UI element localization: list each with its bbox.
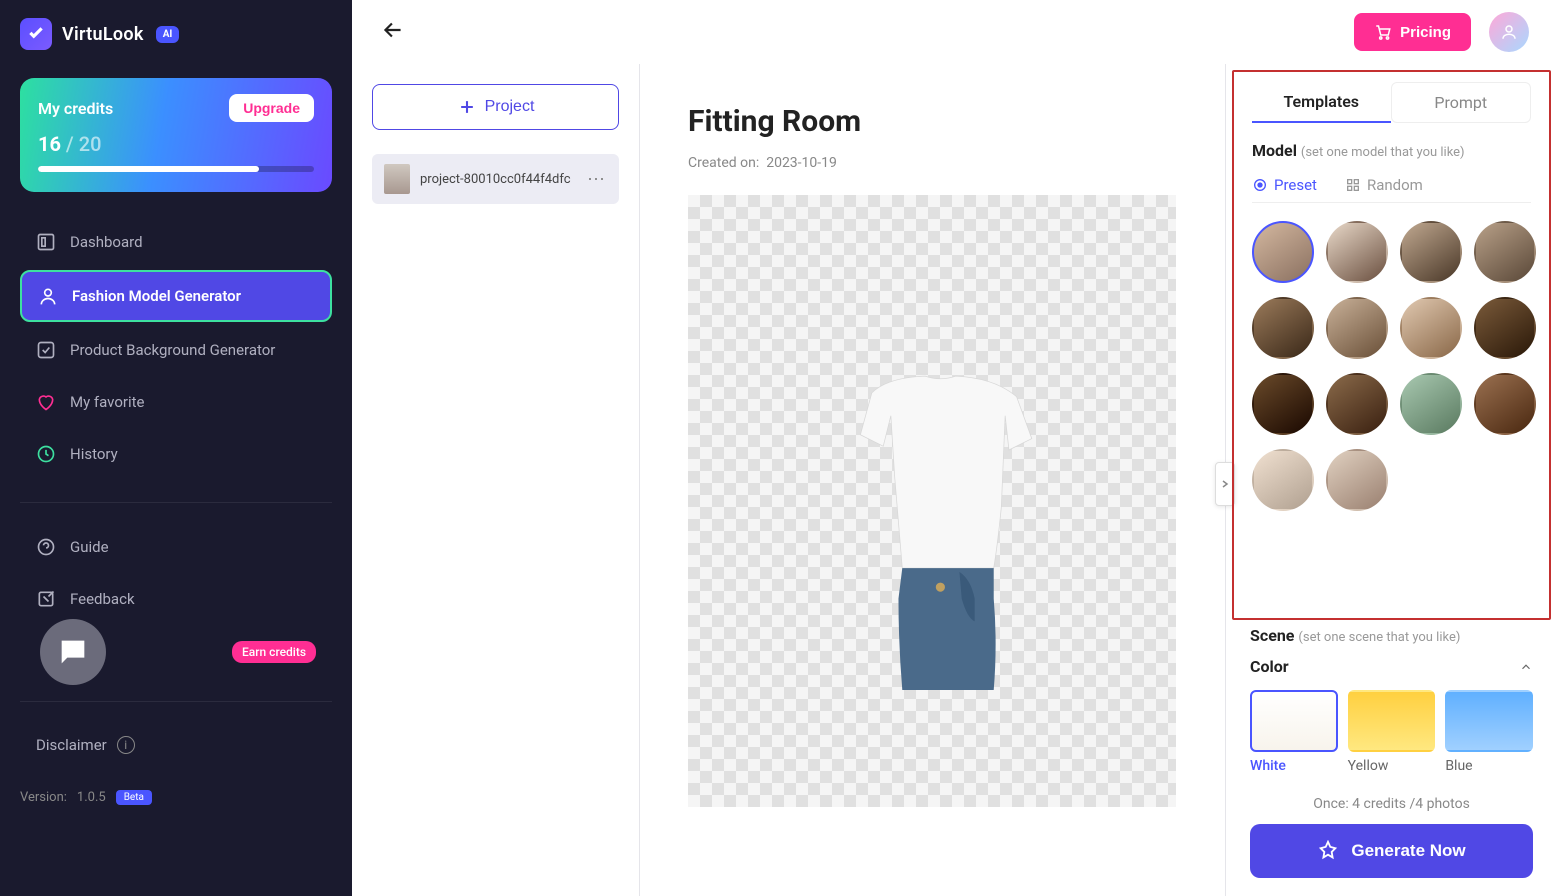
nav-label: My favorite <box>70 393 144 411</box>
credits-progress <box>38 166 314 172</box>
mode-random[interactable]: Random <box>1345 176 1423 194</box>
model-grid <box>1252 221 1531 511</box>
model-avatar-7[interactable] <box>1400 297 1462 359</box>
logo-icon <box>20 18 52 50</box>
color-grid: White Yellow Blue <box>1250 690 1533 782</box>
nav-label: Feedback <box>70 590 135 608</box>
canvas-area[interactable] <box>688 195 1176 807</box>
scene-section-header: Scene (set one scene that you like) <box>1250 626 1533 645</box>
model-avatar-1[interactable] <box>1252 221 1314 283</box>
back-button[interactable] <box>380 17 406 47</box>
model-avatar-5[interactable] <box>1252 297 1314 359</box>
nav-label: Fashion Model Generator <box>72 287 241 305</box>
topbar: Pricing <box>352 0 1557 64</box>
nav-my-favorite[interactable]: My favorite <box>20 378 332 426</box>
model-avatar-13[interactable] <box>1252 449 1314 511</box>
project-item[interactable]: project-80010cc0f44f4dfc ⋯ <box>372 154 619 204</box>
model-avatar-9[interactable] <box>1252 373 1314 435</box>
credits-cost: Once: 4 credits /4 photos <box>1250 796 1533 812</box>
nav-history[interactable]: History <box>20 430 332 478</box>
chevron-up-icon <box>1519 660 1533 674</box>
nav-label: Product Background Generator <box>70 341 275 359</box>
right-panel: Templates Prompt Model (set one model th… <box>1225 64 1557 896</box>
project-thumbnail <box>384 164 410 194</box>
model-avatar-12[interactable] <box>1474 373 1536 435</box>
sidebar: VirtuLook AI My credits Upgrade 16 / 20 … <box>0 0 352 896</box>
color-swatch <box>1250 690 1338 752</box>
nav-disclaimer[interactable]: Disclaimer i <box>20 722 332 768</box>
garment-image <box>808 370 1088 690</box>
color-swatch <box>1445 690 1533 752</box>
credits-count: 16 / 20 <box>38 132 314 156</box>
tab-templates[interactable]: Templates <box>1252 82 1391 123</box>
add-project-button[interactable]: Project <box>372 84 619 130</box>
model-avatar-3[interactable] <box>1400 221 1462 283</box>
nav-fashion-model-generator[interactable]: Fashion Model Generator <box>20 270 332 322</box>
info-icon: i <box>117 736 135 754</box>
nav-label: Guide <box>70 538 109 556</box>
upgrade-button[interactable]: Upgrade <box>229 94 314 122</box>
model-avatar-14[interactable] <box>1326 449 1388 511</box>
divider <box>20 502 332 503</box>
page-title: Fitting Room <box>688 104 1177 139</box>
nav-share[interactable]: re Earn credits <box>20 627 332 677</box>
color-section-header[interactable]: Color <box>1250 657 1533 676</box>
tab-prompt[interactable]: Prompt <box>1391 82 1532 123</box>
mode-preset[interactable]: Preset <box>1252 176 1317 194</box>
color-white[interactable]: White <box>1250 690 1338 774</box>
color-yellow[interactable]: Yellow <box>1348 690 1436 774</box>
nav-label: Disclaimer <box>36 736 107 754</box>
created-on: Created on: 2023-10-19 <box>688 155 1177 171</box>
project-column: Project project-80010cc0f44f4dfc ⋯ <box>352 64 640 896</box>
project-more-icon[interactable]: ⋯ <box>587 169 607 190</box>
logo-text: VirtuLook <box>62 24 144 45</box>
credits-card: My credits Upgrade 16 / 20 <box>20 78 332 192</box>
earn-credits-badge[interactable]: Earn credits <box>232 641 316 663</box>
version: Version: 1.0.5 Beta <box>20 790 332 805</box>
panel-tabs: Templates Prompt <box>1252 82 1531 123</box>
model-avatar-10[interactable] <box>1326 373 1388 435</box>
model-avatar-2[interactable] <box>1326 221 1388 283</box>
ai-badge: AI <box>156 26 180 43</box>
beta-badge: Beta <box>116 790 152 805</box>
nav-label: History <box>70 445 118 463</box>
color-swatch <box>1348 690 1436 752</box>
nav-product-background-generator[interactable]: Product Background Generator <box>20 326 332 374</box>
model-section-header: Model (set one model that you like) <box>1252 141 1531 160</box>
nav-guide[interactable]: Guide <box>20 523 332 571</box>
user-avatar[interactable] <box>1489 12 1529 52</box>
model-avatar-8[interactable] <box>1474 297 1536 359</box>
logo: VirtuLook AI <box>20 18 332 50</box>
project-name: project-80010cc0f44f4dfc <box>420 172 577 187</box>
divider <box>20 701 332 702</box>
color-blue[interactable]: Blue <box>1445 690 1533 774</box>
pricing-button[interactable]: Pricing <box>1354 13 1471 51</box>
generate-button[interactable]: Generate Now <box>1250 824 1533 878</box>
nav-feedback[interactable]: Feedback <box>20 575 332 623</box>
model-avatar-6[interactable] <box>1326 297 1388 359</box>
nav-dashboard[interactable]: Dashboard <box>20 218 332 266</box>
nav-label: Dashboard <box>70 233 143 251</box>
model-avatar-11[interactable] <box>1400 373 1462 435</box>
canvas-column: Fitting Room Created on: 2023-10-19 <box>640 64 1225 896</box>
model-avatar-4[interactable] <box>1474 221 1536 283</box>
chat-bubble-icon[interactable] <box>40 619 106 685</box>
credits-label: My credits <box>38 99 113 118</box>
